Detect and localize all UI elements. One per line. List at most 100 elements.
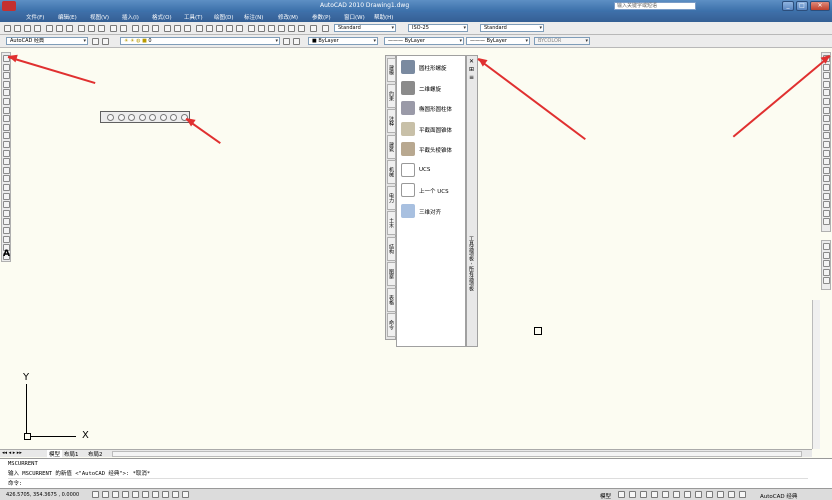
view-tool-icon-5[interactable] xyxy=(159,114,167,121)
draw-tool-icon-12[interactable] xyxy=(3,158,10,166)
draw-tool-icon-2[interactable] xyxy=(3,72,10,80)
modify-tool-icon-19[interactable] xyxy=(823,218,830,226)
tab-model[interactable]: 模型 xyxy=(47,450,63,458)
std-tool-icon-16[interactable] xyxy=(174,25,181,32)
modify-tool-icon-3[interactable] xyxy=(823,80,830,88)
draw-tool-icon-4[interactable] xyxy=(3,89,10,97)
menu-item-5[interactable]: 工具(T) xyxy=(184,13,203,21)
palette-item-7[interactable]: 三维对齐 xyxy=(401,203,463,218)
draw-tool-icon-19[interactable] xyxy=(3,218,10,226)
vertical-scrollbar[interactable] xyxy=(812,300,820,449)
menu-item-11[interactable]: 帮助(H) xyxy=(374,13,393,21)
draw-tool-icon-8[interactable] xyxy=(3,123,10,131)
std-tool-icon-2[interactable] xyxy=(24,25,31,32)
std-tool-icon-13[interactable] xyxy=(142,25,149,32)
std-tool-icon-30[interactable] xyxy=(322,25,329,32)
std-tool-icon-15[interactable] xyxy=(164,25,171,32)
modify-tool-icon-8[interactable] xyxy=(823,123,830,131)
std-tool-icon-21[interactable] xyxy=(226,25,233,32)
std-tool-icon-26[interactable] xyxy=(278,25,285,32)
maximize-button[interactable]: □ xyxy=(796,1,808,11)
table-style-combo[interactable]: Standard ▾ xyxy=(480,24,544,32)
std-tool-icon-3[interactable] xyxy=(34,25,41,32)
modify-tool-icon-9[interactable] xyxy=(823,132,830,140)
status-tool-icon-4[interactable] xyxy=(662,491,669,498)
order-tool-icon-1[interactable] xyxy=(823,251,830,259)
draw-tool-icon-6[interactable] xyxy=(3,106,10,114)
std-tool-icon-28[interactable] xyxy=(298,25,305,32)
std-tool-icon-29[interactable] xyxy=(310,25,317,32)
lineweight-combo[interactable]: ——— ByLayer ▾ xyxy=(466,37,530,45)
palette-tab-9[interactable]: 表格 xyxy=(387,287,396,312)
app-logo-icon[interactable] xyxy=(2,1,16,11)
status-tool-icon-5[interactable] xyxy=(673,491,680,498)
modify-tool-icon-11[interactable] xyxy=(823,149,830,157)
plotstyle-combo[interactable]: BYCOLOR ▾ xyxy=(534,37,590,45)
std-tool-icon-23[interactable] xyxy=(248,25,255,32)
order-tool-icon-4[interactable] xyxy=(823,277,830,285)
std-tool-icon-10[interactable] xyxy=(110,25,117,32)
status-tool-icon-7[interactable] xyxy=(695,491,702,498)
palette-tab-6[interactable]: 土木 xyxy=(387,211,396,235)
minimize-button[interactable]: _ xyxy=(782,1,794,11)
model-space-button[interactable]: 模型 xyxy=(600,492,611,500)
menu-item-4[interactable]: 格式(O) xyxy=(152,13,172,21)
draw-tool-icon-14[interactable] xyxy=(3,175,10,183)
status-tool-icon-8[interactable] xyxy=(706,491,713,498)
layer-previous-icon[interactable] xyxy=(293,38,300,45)
status-toggle-icon-1[interactable] xyxy=(102,491,109,498)
modify-tool-icon-14[interactable] xyxy=(823,175,830,183)
layer-combo[interactable]: ☀ ☀ ◍ ■ 0 ▾ xyxy=(120,37,280,45)
tab-layout2[interactable]: 布局2 xyxy=(88,450,103,458)
std-tool-icon-12[interactable] xyxy=(132,25,139,32)
order-tool-icon-0[interactable] xyxy=(823,243,830,250)
view-tool-icon-3[interactable] xyxy=(138,114,146,121)
std-tool-icon-7[interactable] xyxy=(78,25,85,32)
modify-tool-icon-5[interactable] xyxy=(823,98,830,105)
menu-item-8[interactable]: 修改(M) xyxy=(278,13,298,21)
draw-tool-icon-17[interactable] xyxy=(3,201,10,209)
std-tool-icon-14[interactable] xyxy=(152,25,159,32)
workspace-status[interactable]: AutoCAD 经典 xyxy=(760,492,797,500)
modify-tool-icon-18[interactable] xyxy=(823,209,830,217)
std-tool-icon-8[interactable] xyxy=(88,25,95,32)
view-tool-icon-4[interactable] xyxy=(149,114,156,121)
status-toggle-icon-8[interactable] xyxy=(172,491,179,498)
status-tool-icon-11[interactable] xyxy=(739,491,746,498)
modify-tool-icon-2[interactable] xyxy=(823,72,830,80)
menu-item-3[interactable]: 插入(I) xyxy=(122,13,139,21)
std-tool-icon-20[interactable] xyxy=(216,25,223,32)
std-tool-icon-1[interactable] xyxy=(14,25,21,32)
menu-item-0[interactable]: 文件(F) xyxy=(26,13,44,21)
linetype-combo[interactable]: ——— ByLayer ▾ xyxy=(384,37,464,45)
modify-tool-icon-4[interactable] xyxy=(823,89,830,97)
palette-item-1[interactable]: 二维螺旋 xyxy=(401,80,463,95)
draw-tool-icon-9[interactable] xyxy=(3,132,10,140)
draw-tool-icon-10[interactable] xyxy=(3,141,10,148)
status-toggle-icon-3[interactable] xyxy=(122,491,129,498)
menu-item-9[interactable]: 参数(P) xyxy=(312,13,331,21)
view-tool-icon-2[interactable] xyxy=(128,114,135,121)
status-tool-icon-1[interactable] xyxy=(629,491,636,498)
status-tool-icon-9[interactable] xyxy=(717,491,724,498)
menu-item-7[interactable]: 标注(N) xyxy=(244,13,263,21)
status-tool-icon-10[interactable] xyxy=(728,491,735,498)
palette-tab-3[interactable]: 建筑 xyxy=(387,134,396,159)
menu-item-10[interactable]: 窗口(W) xyxy=(344,13,365,21)
menu-item-6[interactable]: 绘图(D) xyxy=(214,13,234,21)
multiline-text-icon[interactable]: A xyxy=(3,249,10,259)
palette-item-6[interactable]: 上一个 UCS xyxy=(401,183,463,197)
tab-layout1[interactable]: 布局1 xyxy=(64,450,79,458)
std-tool-icon-18[interactable] xyxy=(196,25,203,32)
view-tool-icon-0[interactable] xyxy=(107,114,114,121)
palette-close-icon[interactable]: ✕ xyxy=(469,58,474,65)
color-combo[interactable]: ■ ByLayer ▾ xyxy=(308,37,378,45)
workspace-settings-icon[interactable] xyxy=(92,38,99,45)
palette-tab-2[interactable]: 注释 xyxy=(387,109,396,133)
menu-item-2[interactable]: 视图(V) xyxy=(90,13,109,21)
view-tool-icon-1[interactable] xyxy=(117,114,125,121)
status-tool-icon-3[interactable] xyxy=(651,491,658,498)
modify-tool-icon-17[interactable] xyxy=(823,201,830,209)
std-tool-icon-24[interactable] xyxy=(258,25,265,32)
modify-tool-icon-13[interactable] xyxy=(823,166,830,174)
